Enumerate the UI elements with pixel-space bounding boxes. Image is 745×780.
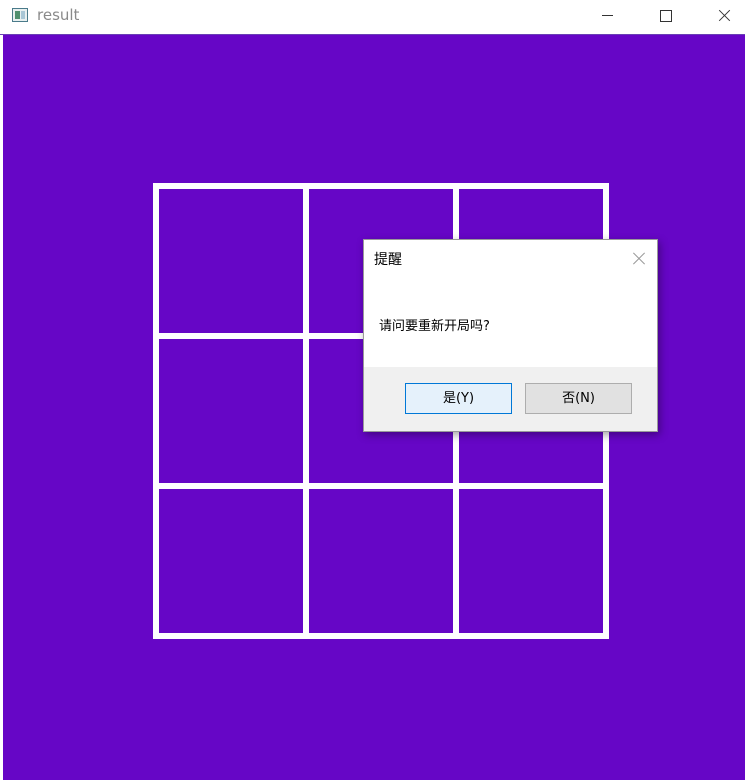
close-icon[interactable] xyxy=(701,0,745,33)
board-cell[interactable] xyxy=(159,189,303,333)
minimize-icon[interactable] xyxy=(585,0,631,33)
dialog-close-icon[interactable] xyxy=(631,250,647,266)
app-window-icon xyxy=(12,8,28,22)
yes-button[interactable]: 是(Y) xyxy=(405,383,512,414)
grid-line-horizontal xyxy=(153,633,609,639)
board-cell[interactable] xyxy=(159,489,303,633)
restart-dialog: 提醒 请问要重新开局吗? 是(Y) 否(N) xyxy=(363,239,658,432)
dialog-message: 请问要重新开局吗? xyxy=(379,319,490,334)
dialog-footer: 是(Y) 否(N) xyxy=(364,367,657,431)
app-window: result 提醒 请问要重新开局吗? 是(Y) 否(N) xyxy=(0,0,745,780)
board-cell[interactable] xyxy=(159,339,303,483)
maximize-icon[interactable] xyxy=(643,0,689,33)
dialog-title: 提醒 xyxy=(374,252,402,268)
board-cell[interactable] xyxy=(309,489,453,633)
window-title: result xyxy=(37,6,80,24)
board-cell[interactable] xyxy=(459,489,603,633)
no-button[interactable]: 否(N) xyxy=(525,383,632,414)
title-bar[interactable]: result xyxy=(0,0,745,35)
